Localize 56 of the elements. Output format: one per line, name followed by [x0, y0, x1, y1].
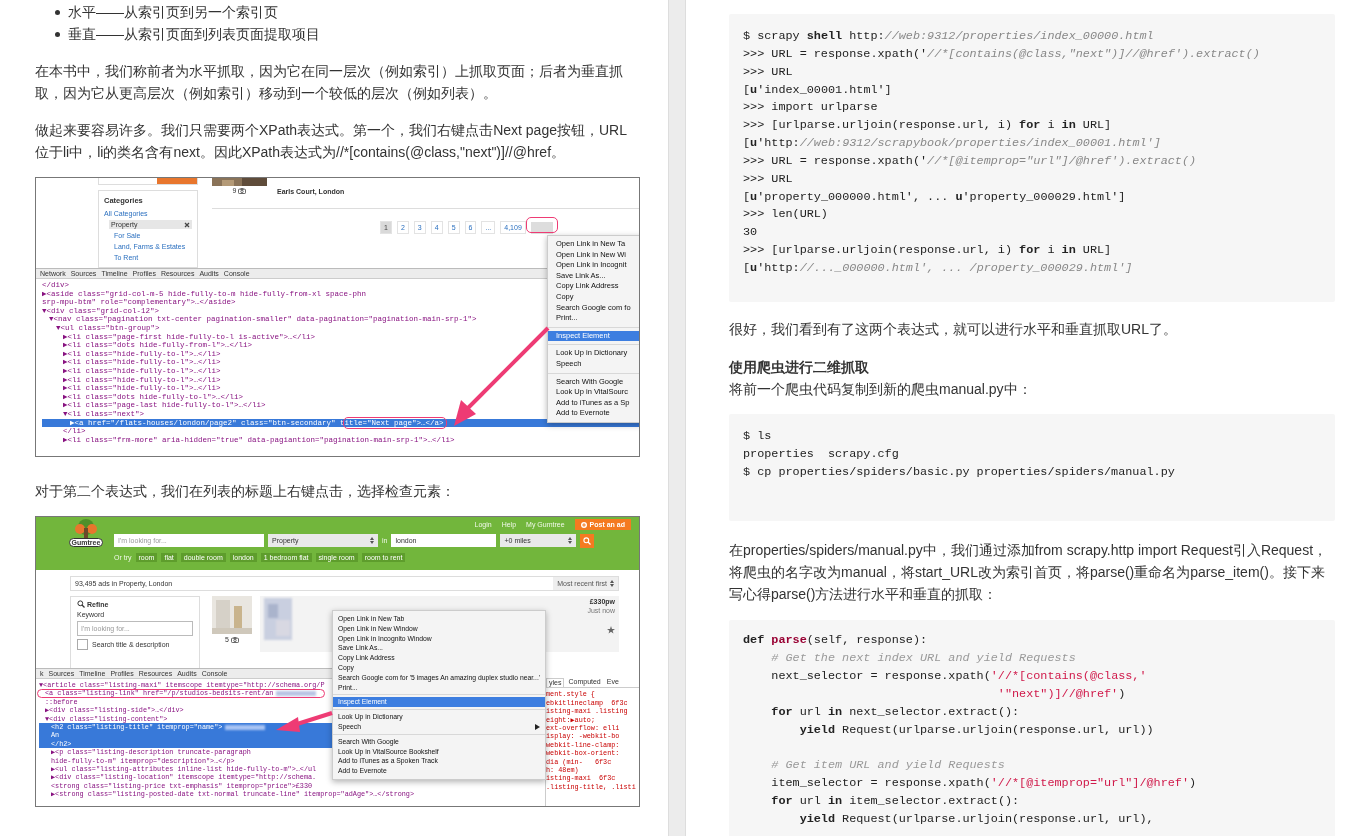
code-line: for url in item_selector.extract():	[770, 792, 1021, 810]
code-line: $ ls	[743, 427, 773, 445]
pointer-arrow	[276, 711, 333, 732]
caption: 对于第二个表达式，我们在列表的标题上右键点击，选择检查元素：	[35, 482, 456, 501]
code-line: 30	[743, 224, 759, 242]
search-icon	[77, 600, 85, 608]
code-line: properties scrapy.cfg	[743, 445, 900, 463]
section-heading: 使用爬虫进行二维抓取	[729, 357, 870, 377]
search-icon	[583, 536, 592, 545]
code-line: # Get the next index URL and yield Requests	[770, 650, 1077, 668]
next-page-button[interactable]	[530, 221, 553, 234]
code-line: >>> [urlparse.urljoin(response.url, i) for i in URL]	[743, 117, 1113, 135]
plus-icon	[580, 521, 587, 528]
submenu-arrow-icon	[535, 723, 541, 730]
bullet-icon	[55, 31, 60, 37]
star-icon[interactable]	[607, 626, 615, 634]
paragraph: 在properties/spiders/manual.py中，我们通过添加from scrapy.http import Request引入Request，将爬虫的名字改为manual，将start_URL改为索引首页，将parse()重命名为parse_item()。接下来写心得parse()方法进行水平和垂直的抓取：	[729, 541, 1329, 605]
code-line: >>> len(URL)	[743, 206, 829, 224]
code-line: $ cp properties/spiders/basic.py properties/spiders/manual.py	[743, 463, 1176, 481]
code-line: item_selector = response.xpath('//*[@itemprop="url"]/@href')	[770, 775, 1198, 793]
bullet-icon	[55, 9, 60, 15]
code-line: >>> URL = response.xpath('//*[@itemprop="url"]/@href').extract()	[743, 152, 1198, 170]
code-line: >>> URL	[743, 63, 794, 81]
updown-arrows-icon	[370, 537, 374, 544]
code-line: [u'index_00001.html']	[743, 81, 893, 99]
camera-icon	[230, 636, 239, 643]
paragraph: 很好，我们看到有了这两个表达式，就可以进行水平和垂直抓取URL了。	[729, 319, 1178, 339]
paragraph: 在本书中，我们称前者为水平抓取，因为它在同一层次（例如索引）上抓取页面；后者为垂直抓取，因为它从更高层次（例如索引）移动到一个较低的层次（例如列表）。	[35, 62, 624, 103]
code-line: def parse(self, response):	[743, 632, 929, 650]
updown-arrows-icon	[610, 580, 614, 587]
blurred-text	[276, 691, 317, 697]
code-line: [u'http://..._000000.html', ... /property_000029.html']	[743, 259, 1134, 277]
bullet-text: 水平——从索引页到另一个索引页	[68, 3, 278, 22]
code-line: $ scrapy shell http://web:9312/properties/index_00000.html	[743, 28, 1155, 45]
code-line: [u'http://web:9312/scrapybook/properties/index_00001.html']	[743, 135, 1162, 153]
code-line: [u'property_000000.html', ... u'property_000029.html']	[743, 188, 1127, 206]
code-line: >>> import urlparse	[743, 99, 879, 117]
paragraph: 做起来要容易许多。我们只需要两个XPath表达式。第一个，我们右键点击Next page按钮，URL位于li中，li的类名含有next。因此XPath表达式为//*[contains(@class,"next")]//@href。	[35, 121, 628, 162]
camera-icon	[238, 187, 247, 194]
highlight-ring	[526, 217, 558, 233]
updown-arrows-icon	[568, 537, 573, 544]
checkbox[interactable]	[77, 639, 88, 650]
paragraph: 将前一个爬虫代码复制到新的爬虫manual.py中：	[729, 379, 1033, 399]
code-line: for url in next_selector.extract():	[770, 703, 1021, 721]
blurred-text	[225, 724, 266, 730]
code-line: >>> [urlparse.urljoin(response.url, i) for i in URL]	[743, 242, 1113, 260]
close-icon[interactable]	[184, 221, 190, 228]
code-line: >>> URL	[743, 170, 794, 188]
code-line: # Get item URL and yield Requests	[770, 757, 1006, 775]
bullet-text: 垂直——从索引页面到列表页面提取项目	[68, 25, 320, 44]
code-line: next_selector = response.xpath('//*[contains(@class,'	[770, 668, 1148, 686]
code-line: >>> URL = response.xpath('//*[contains(@class,"next")]//@href').extract()	[743, 45, 1261, 63]
code-line: '"next")]//@href')	[996, 685, 1127, 703]
search-button[interactable]	[580, 533, 595, 548]
code-line: yield Request(urlparse.urljoin(response.url, url))	[798, 721, 1155, 739]
code-line: yield Request(urlparse.urljoin(response.url, url),	[798, 810, 1155, 828]
